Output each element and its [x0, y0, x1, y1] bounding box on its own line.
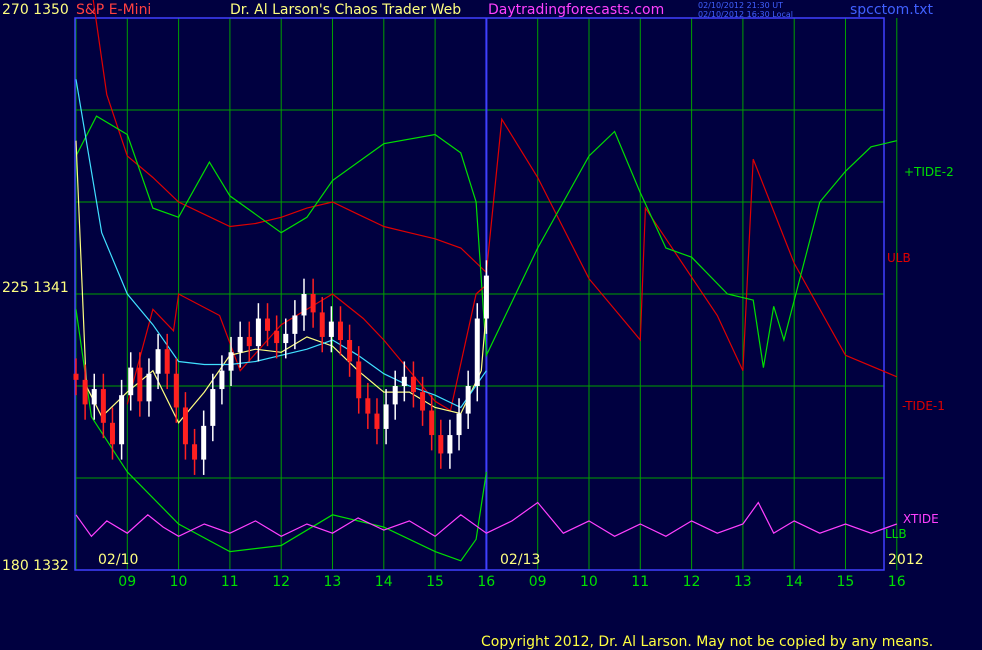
- price-bar-body: [356, 361, 362, 399]
- hour-label: 12: [683, 574, 701, 590]
- hour-label: 15: [837, 574, 855, 590]
- price-bar-body: [210, 389, 216, 426]
- price-bar-body: [255, 318, 261, 347]
- instrument-label: S&P E-Mini: [76, 2, 151, 18]
- price-bar-body: [164, 349, 170, 374]
- price-bar-body: [392, 386, 398, 405]
- chart-title: Dr. Al Larson's Chaos Trader Web: [230, 2, 461, 18]
- hour-label: 11: [221, 574, 239, 590]
- price-bar-body: [73, 373, 79, 380]
- hour-label: 16: [888, 574, 906, 590]
- price-bar-body: [128, 367, 134, 396]
- price-bar-body: [337, 321, 343, 340]
- date-left: 02/10: [98, 552, 138, 568]
- price-bar-body: [228, 352, 234, 371]
- price-bar-body: [246, 336, 252, 347]
- chart-background: [0, 0, 982, 650]
- price-bar-body: [265, 318, 271, 331]
- hour-label: 09: [118, 574, 136, 590]
- price-bar-body: [401, 376, 407, 386]
- price-bar-body: [420, 392, 426, 411]
- hour-label: 12: [272, 574, 290, 590]
- price-bar-body: [292, 315, 298, 334]
- date-right: 02/13: [500, 552, 540, 568]
- hour-label: 09: [529, 574, 547, 590]
- timestamp-ut: 02/10/2012 21:30 UT: [698, 1, 783, 10]
- price-bar-body: [310, 294, 316, 313]
- price-bar-body: [365, 398, 371, 414]
- price-bar-body: [383, 404, 389, 429]
- price-bar-body: [429, 410, 435, 436]
- price-bar-body: [82, 379, 88, 405]
- hour-label: 15: [426, 574, 444, 590]
- price-bar-body: [410, 376, 416, 393]
- price-bar-body: [119, 395, 125, 445]
- price-bar-body: [465, 386, 471, 414]
- price-bar-body: [483, 275, 489, 319]
- price-bar-body: [374, 413, 380, 429]
- price-bar-body: [347, 340, 353, 362]
- hour-label: 13: [324, 574, 342, 590]
- price-bar-body: [274, 330, 280, 344]
- price-bar-body: [173, 373, 179, 408]
- chart-canvas: 270 1350 S&P E-Mini Dr. Al Larson's Chao…: [0, 0, 982, 650]
- legend-tide1: -TIDE-1: [902, 399, 945, 413]
- left-axis-mid: 225 1341: [2, 280, 69, 296]
- price-bar-body: [456, 413, 462, 436]
- price-bar-body: [447, 435, 453, 454]
- price-bar-body: [182, 407, 188, 445]
- hour-label: 14: [785, 574, 803, 590]
- left-axis-bottom: 180 1332: [2, 558, 69, 574]
- price-bar-body: [155, 349, 161, 374]
- hour-label: 16: [477, 574, 495, 590]
- price-bar-body: [237, 336, 243, 353]
- legend-tide2: +TIDE-2: [904, 165, 954, 179]
- timestamp-local: 02/10/2012 16:30 Local: [698, 10, 793, 19]
- price-bar-body: [192, 444, 198, 460]
- price-bar-body: [301, 294, 307, 316]
- legend-llb: LLB: [885, 527, 907, 541]
- file-label: spcctom.txt: [850, 2, 933, 18]
- year-label: 2012: [888, 552, 924, 568]
- price-bar-body: [137, 367, 143, 402]
- price-bar-body: [91, 389, 97, 405]
- hour-label: 13: [734, 574, 752, 590]
- price-bar-body: [146, 373, 152, 402]
- hour-label: 11: [631, 574, 649, 590]
- price-bar-body: [100, 389, 106, 423]
- legend-xtide: XTIDE: [903, 512, 939, 526]
- hour-label: 10: [580, 574, 598, 590]
- price-bar-body: [474, 318, 480, 386]
- price-bar-body: [319, 312, 325, 337]
- price-bar-body: [219, 370, 225, 390]
- hour-label: 14: [375, 574, 393, 590]
- price-bar-body: [109, 422, 115, 445]
- price-bar-body: [328, 321, 334, 337]
- legend-ulb: ULB: [887, 251, 911, 265]
- copyright-notice: Copyright 2012, Dr. Al Larson. May not b…: [481, 634, 933, 650]
- hour-label: 10: [170, 574, 188, 590]
- top-left-scale: 270 1350: [2, 2, 69, 18]
- price-bar-body: [283, 333, 289, 344]
- website-label: Daytradingforecasts.com: [488, 2, 664, 18]
- price-bar-body: [438, 435, 444, 454]
- price-bar-body: [201, 425, 207, 460]
